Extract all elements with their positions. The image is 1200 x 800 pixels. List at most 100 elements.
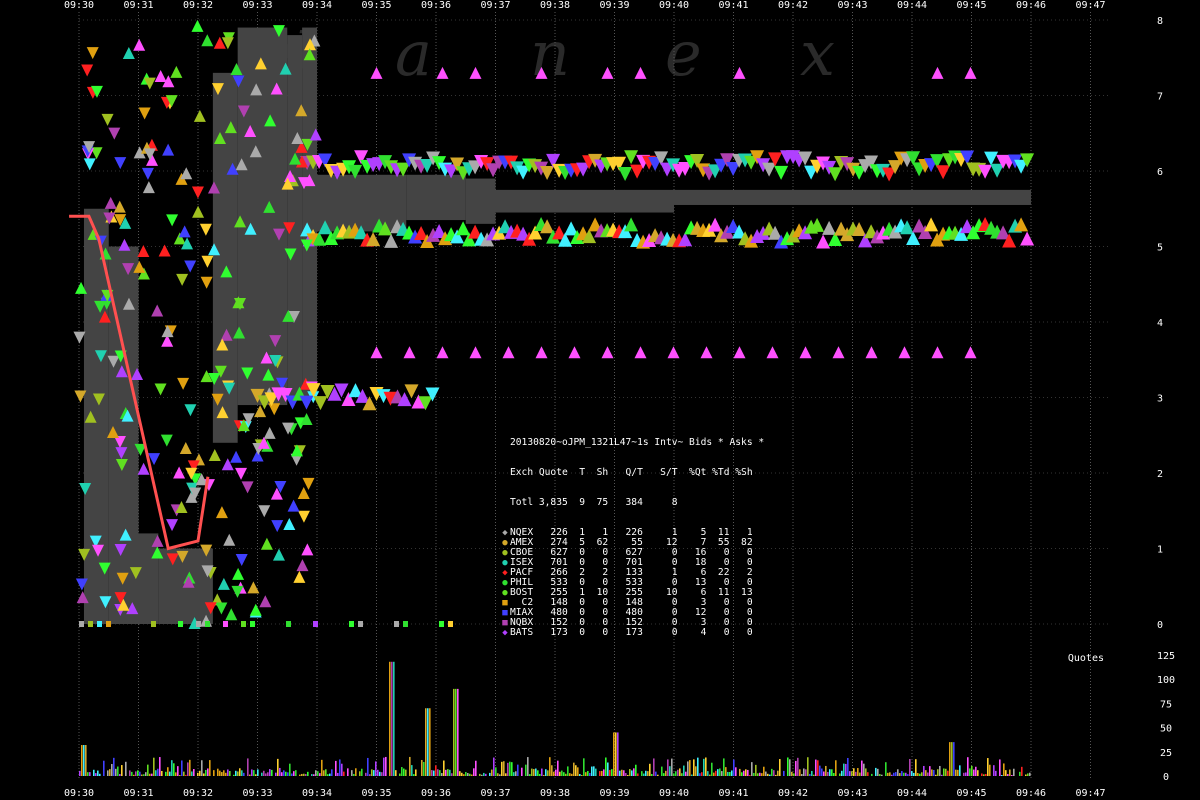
volume-bar xyxy=(415,769,417,776)
volume-bar xyxy=(603,769,605,776)
volume-bar xyxy=(555,769,557,776)
volume-bar xyxy=(191,771,193,776)
volume-bar xyxy=(905,772,907,776)
volume-bar xyxy=(383,757,385,776)
volume-bar xyxy=(459,771,461,776)
volume-bar xyxy=(989,764,991,776)
bid-quote-mark xyxy=(733,66,746,79)
volume-bar xyxy=(229,771,231,776)
volume-bar xyxy=(569,773,571,776)
volume-bar xyxy=(709,774,711,776)
volume-bar xyxy=(689,760,691,776)
volume-bar xyxy=(735,767,737,776)
volume-bar xyxy=(545,769,547,776)
volume-bar xyxy=(371,769,373,776)
x-tick-bottom: 09:44 xyxy=(897,788,927,799)
volume-bar xyxy=(925,770,927,776)
bid-quote-mark xyxy=(301,543,314,556)
volume-bar xyxy=(719,768,721,776)
x-tick-bottom: 09:43 xyxy=(837,788,867,799)
volume-bar xyxy=(641,771,643,776)
volume-bar xyxy=(441,773,443,776)
bid-quote-mark xyxy=(601,346,614,359)
volume-bar xyxy=(757,773,759,776)
ask-quote-mark xyxy=(299,395,314,410)
volume-bar xyxy=(85,745,87,776)
ask-quote-mark xyxy=(618,167,633,182)
volume-bar xyxy=(93,769,95,776)
bid-quote-mark xyxy=(180,167,193,180)
volume-bar xyxy=(599,771,601,776)
volume-bar xyxy=(437,769,439,776)
ask-quote-mark xyxy=(177,377,190,390)
x-tick-top: 09:35 xyxy=(361,0,391,11)
volume-bar xyxy=(275,772,277,776)
bid-quote-mark xyxy=(158,244,171,257)
volume-bar xyxy=(87,772,89,776)
volume-bar xyxy=(389,661,391,776)
bid-quote-mark xyxy=(225,608,238,621)
volume-bar xyxy=(793,773,795,776)
bid-quote-mark xyxy=(502,346,515,359)
legend-marker-icon: ● xyxy=(502,558,508,568)
volume-bar xyxy=(683,765,685,776)
legend-total: Totl 3,835 9 75 384 8 xyxy=(510,497,678,508)
volume-bar xyxy=(145,772,147,776)
quote-chart: Nanex09:3009:3009:3109:3109:3209:3209:33… xyxy=(64,0,1175,799)
volume-bar xyxy=(529,774,531,776)
price-tick-label: 7 xyxy=(1157,92,1163,103)
volume-bar xyxy=(965,772,967,776)
volume-bar xyxy=(303,773,305,776)
volume-bar xyxy=(901,771,903,776)
volume-bar xyxy=(995,770,997,776)
volume-bar xyxy=(645,770,647,776)
volume-bar xyxy=(139,771,141,776)
bid-quote-mark xyxy=(568,346,581,359)
legend-row-text: BATS 173 0 0 173 0 4 0 0 xyxy=(510,627,753,638)
ask-quote-mark xyxy=(241,481,254,494)
ask-quote-mark xyxy=(73,331,86,344)
volume-bar xyxy=(469,773,471,776)
bid-quote-mark xyxy=(208,448,221,461)
volume-bar xyxy=(847,757,849,776)
volume-bar xyxy=(753,772,755,776)
bid-quote-mark xyxy=(191,19,204,32)
trade-marker xyxy=(97,621,102,627)
volume-bar xyxy=(797,757,799,776)
volume-bar xyxy=(455,688,457,776)
x-tick-bottom: 09:34 xyxy=(302,788,332,799)
x-tick-bottom: 09:45 xyxy=(956,788,986,799)
trade-marker xyxy=(178,621,183,627)
volume-bar xyxy=(347,768,349,776)
volume-bar xyxy=(611,769,613,776)
legend-row: ◆ BATS 173 0 0 173 0 4 0 0 xyxy=(500,627,764,639)
bid-quote-mark xyxy=(384,233,399,248)
volume-bar xyxy=(277,758,279,776)
volume-bar xyxy=(559,771,561,776)
volume-bar xyxy=(839,773,841,776)
volume-bar xyxy=(937,769,939,776)
ask-quote-mark xyxy=(83,158,96,171)
x-tick-top: 09:34 xyxy=(302,0,332,11)
volume-bar xyxy=(285,771,287,776)
volume-bar xyxy=(549,757,551,776)
volume-bar xyxy=(373,770,375,776)
volume-bar xyxy=(149,773,151,776)
bid-quote-mark xyxy=(122,46,135,59)
x-tick-bottom: 09:37 xyxy=(480,788,510,799)
x-tick-bottom: 09:47 xyxy=(1075,788,1105,799)
bid-quote-mark xyxy=(931,346,944,359)
volume-bar xyxy=(513,772,515,776)
volume-bar xyxy=(423,761,425,776)
volume-bar xyxy=(1027,773,1029,776)
volume-bar xyxy=(729,772,731,776)
volume-bar xyxy=(909,759,911,776)
volume-bar xyxy=(773,770,775,776)
volume-bar xyxy=(83,745,85,776)
volume-bar xyxy=(221,772,223,776)
volume-bar xyxy=(677,769,679,776)
volume-bar xyxy=(133,774,135,776)
volume-bar xyxy=(861,760,863,776)
trade-marker xyxy=(349,621,354,627)
volume-bar xyxy=(377,769,379,776)
